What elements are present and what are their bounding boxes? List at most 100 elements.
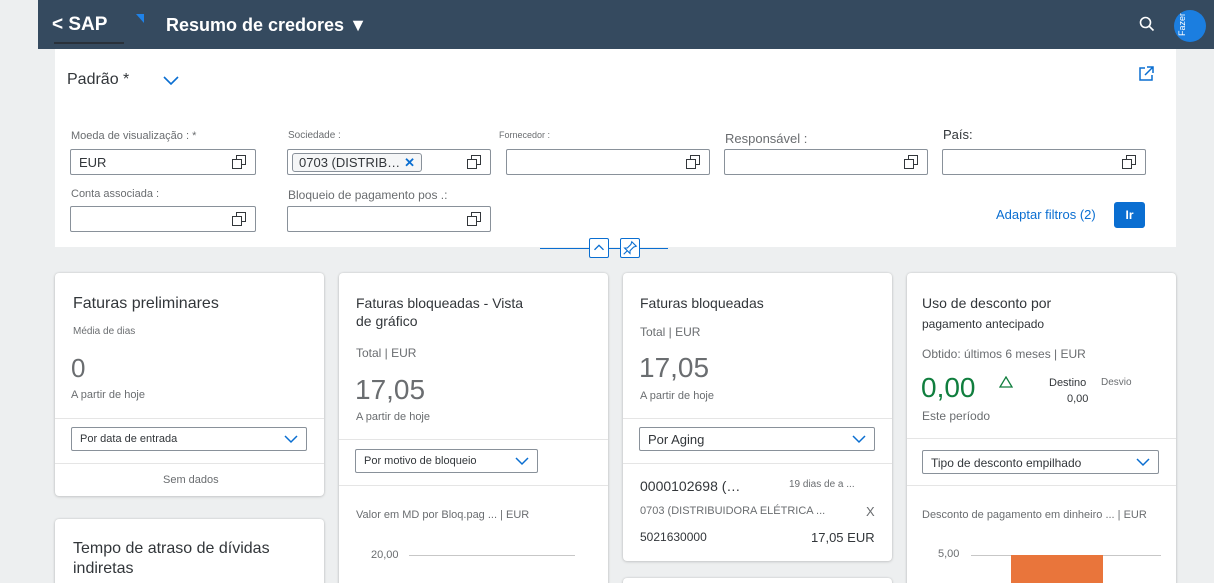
token-remove-icon[interactable]: ✕: [404, 155, 415, 170]
item-amount: 17,05 EUR: [811, 530, 875, 545]
kpi-note: A partir de hoje: [640, 390, 714, 402]
card-tempo-atraso[interactable]: Tempo de atraso de dívidas indiretas: [55, 519, 324, 583]
item-x: X: [866, 504, 875, 519]
avatar-text: Fazer: [1177, 13, 1187, 37]
card-title-line2: de gráfico: [356, 313, 418, 329]
card-title-line2: indiretas: [73, 560, 134, 577]
value-help-icon[interactable]: [466, 211, 482, 227]
sociedade-label: Sociedade :: [288, 130, 341, 141]
chevron-down-icon: [515, 457, 529, 466]
back-underline: [54, 42, 124, 44]
chart-axis-tick: 20,00: [371, 549, 399, 561]
value-help-icon[interactable]: [685, 154, 701, 170]
select-value: Por data de entrada: [80, 433, 178, 445]
card-title-line1: Tempo de atraso de dívidas: [73, 540, 270, 557]
shell-bar: < SAP Resumo de credores ▼ Fazer: [38, 0, 1214, 49]
card-subtitle: Média de dias: [73, 326, 136, 337]
item-company: 0703 (DISTRIBUIDORA ELÉTRICA ...: [640, 505, 826, 517]
conta-input[interactable]: [70, 206, 256, 232]
chevron-down-icon: [1136, 458, 1150, 467]
card-faturas-preliminares[interactable]: Faturas preliminares Média de dias 0 A p…: [55, 273, 324, 496]
fornecedor-input[interactable]: [506, 149, 710, 175]
adapt-filters-button[interactable]: Adaptar filtros (2): [996, 207, 1096, 222]
value-help-icon[interactable]: [231, 211, 247, 227]
card-subtitle: Total | EUR: [640, 325, 701, 339]
card-select[interactable]: Por Aging: [639, 427, 875, 451]
chart-title: Valor em MD por Bloq.pag ... | EUR: [356, 509, 530, 521]
bloqueio-input[interactable]: [287, 206, 491, 232]
variant-name[interactable]: Padrão *: [67, 71, 129, 89]
item-days: 19 dias de a ...: [789, 479, 855, 490]
chart-axis-tick: 5,00: [938, 548, 960, 560]
kpi-note: A partir de hoje: [71, 389, 145, 401]
card-uso-desconto[interactable]: Uso de desconto por pagamento antecipado…: [907, 273, 1176, 583]
card-title: Faturas bloqueadas: [640, 295, 764, 311]
divider: [339, 485, 608, 486]
card-next[interactable]: [623, 578, 892, 583]
app-title[interactable]: Resumo de credores ▼: [166, 15, 367, 36]
kpi-value: 17,05: [355, 374, 426, 405]
destino-value: 0,00: [1067, 393, 1089, 405]
moeda-value: EUR: [79, 155, 107, 170]
search-icon[interactable]: [1138, 15, 1156, 33]
avatar[interactable]: Fazer: [1174, 10, 1206, 42]
filter-bar: Padrão * Moeda de visualização : * EUR S…: [55, 49, 1176, 247]
value-help-icon[interactable]: [1121, 154, 1137, 170]
pais-input[interactable]: [942, 149, 1146, 175]
chart-title: Desconto de pagamento em dinheiro ... | …: [922, 509, 1147, 521]
item-id: 0000102698 (…: [640, 478, 741, 494]
bloqueio-label: Bloqueio de pagamento pos .:: [288, 188, 448, 202]
kpi-value: 0,00: [921, 372, 976, 403]
value-help-icon[interactable]: [466, 154, 482, 170]
card-title-line1: Uso de desconto por: [922, 295, 1052, 311]
kpi-value: 0: [71, 353, 86, 383]
back-button[interactable]: < SAP: [52, 14, 107, 36]
sap-flag-icon: [136, 14, 144, 23]
conta-label: Conta associada :: [71, 188, 160, 200]
chevron-down-icon: [284, 435, 298, 444]
divider: [907, 485, 1176, 486]
responsavel-label: Responsável :: [725, 131, 808, 146]
moeda-label: Moeda de visualização : *: [71, 130, 197, 142]
trend-up-icon: [999, 376, 1013, 388]
responsavel-input[interactable]: [724, 149, 928, 175]
chart-bar: [1011, 555, 1103, 583]
no-data-text: Sem dados: [163, 474, 219, 486]
divider: [55, 463, 324, 464]
go-button[interactable]: Ir: [1114, 202, 1145, 228]
card-title-line1: Faturas bloqueadas - Vista: [356, 295, 524, 311]
divider: [339, 439, 608, 440]
card-faturas-bloqueadas-grafico[interactable]: Faturas bloqueadas - Vista de gráfico To…: [339, 273, 608, 583]
divider: [907, 438, 1176, 439]
card-title-line2: pagamento antecipado: [922, 317, 1045, 331]
item-doc: 5021630000: [640, 530, 707, 544]
card-select[interactable]: Por motivo de bloqueio: [355, 449, 538, 473]
period-label: Este período: [922, 409, 991, 423]
card-faturas-bloqueadas[interactable]: Faturas bloqueadas Total | EUR 17,05 A p…: [623, 273, 892, 561]
card-subtitle: Obtido: últimos 6 meses | EUR: [922, 347, 1086, 361]
sociedade-token-text: 0703 (DISTRIB…: [299, 155, 401, 170]
collapse-header-icon[interactable]: [589, 238, 609, 258]
divider: [55, 418, 324, 419]
share-icon[interactable]: [1137, 65, 1155, 83]
pin-icon[interactable]: [620, 238, 640, 258]
chevron-down-icon[interactable]: [163, 75, 179, 87]
value-help-icon[interactable]: [903, 154, 919, 170]
sociedade-token[interactable]: 0703 (DISTRIB… ✕: [292, 153, 423, 172]
chevron-down-icon: [852, 435, 866, 444]
card-select[interactable]: Tipo de desconto empilhado: [922, 450, 1159, 474]
desvio-label: Desvio: [1101, 377, 1132, 388]
kpi-note: A partir de hoje: [356, 411, 430, 423]
card-select[interactable]: Por data de entrada: [71, 427, 307, 451]
divider: [623, 463, 892, 464]
fornecedor-label: Fornecedor :: [499, 130, 551, 140]
sociedade-input[interactable]: 0703 (DISTRIB… ✕: [287, 149, 491, 175]
moeda-input[interactable]: EUR: [70, 149, 256, 175]
select-value: Por motivo de bloqueio: [364, 455, 477, 467]
chart-gridline: [409, 555, 575, 556]
destino-label: Destino: [1049, 377, 1087, 389]
card-title: Faturas preliminares: [73, 295, 219, 312]
kpi-value: 17,05: [639, 352, 710, 383]
select-value: Tipo de desconto empilhado: [931, 456, 1082, 470]
value-help-icon[interactable]: [231, 154, 247, 170]
